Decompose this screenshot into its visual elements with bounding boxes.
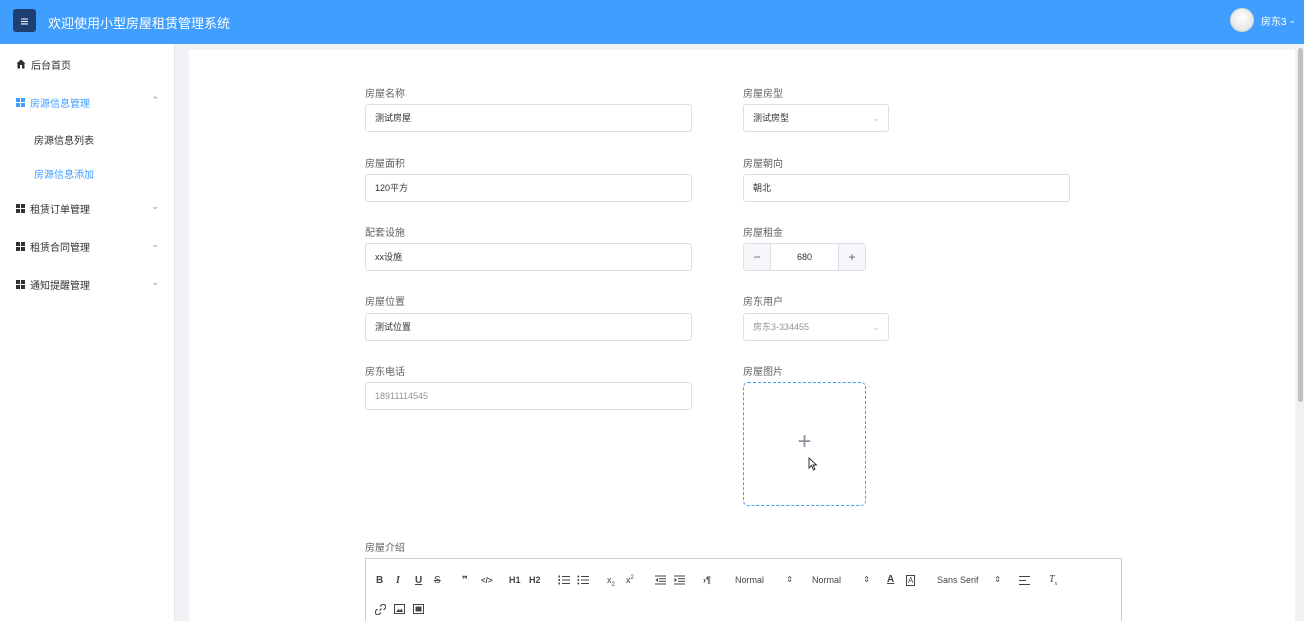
grid-icon xyxy=(16,241,25,251)
outdent-icon[interactable] xyxy=(655,575,666,585)
image-label: 房屋图片 xyxy=(743,367,783,378)
chevron-down-icon: ⌄ xyxy=(872,113,880,123)
chevron-down-icon: ⌄ xyxy=(151,201,159,211)
image-upload[interactable]: + xyxy=(743,382,866,506)
chevron-down-icon[interactable]: ⌄ xyxy=(1288,15,1296,26)
mouse-cursor-icon xyxy=(808,457,818,471)
user-name[interactable]: 房东3 xyxy=(1261,13,1287,28)
strike-button[interactable]: S xyxy=(434,575,441,586)
sidebar-item-label: 通知提醒管理 xyxy=(30,280,90,292)
grid-icon xyxy=(16,203,25,213)
font-select-value: Sans Serif xyxy=(937,575,979,585)
blockquote-button[interactable]: ❞ xyxy=(462,575,468,586)
indent-icon[interactable] xyxy=(674,575,685,585)
superscript-icon[interactable]: x2 xyxy=(626,575,634,585)
sidebar-item-home[interactable]: 后台首页 xyxy=(0,45,175,83)
house-area-input[interactable]: 120平方 xyxy=(365,174,692,202)
header-select[interactable]: Normal ⇕ xyxy=(735,575,793,585)
pilcrow-icon: ¶ xyxy=(706,575,712,585)
updown-icon: ⇕ xyxy=(863,575,870,584)
clear-format-icon[interactable]: Tx xyxy=(1049,574,1057,587)
facilities-label: 配套设施 xyxy=(365,228,405,239)
landlord-value: 房东3-334455 xyxy=(753,322,810,332)
italic-button[interactable]: I xyxy=(396,575,400,586)
sidebar-item-label: 租赁合同管理 xyxy=(30,242,90,254)
avatar[interactable] xyxy=(1229,8,1254,32)
chevron-down-icon: ⌄ xyxy=(872,322,880,332)
h2-button[interactable]: H2 xyxy=(529,575,541,585)
house-orientation-label: 房屋朝向 xyxy=(743,159,783,170)
code-button[interactable]: </> xyxy=(481,576,493,585)
house-area-label: 房屋面积 xyxy=(365,159,405,170)
location-label: 房屋位置 xyxy=(365,297,405,308)
facilities-input[interactable]: xx设施 xyxy=(365,243,692,271)
decrement-button[interactable]: − xyxy=(744,244,771,270)
intro-label: 房屋介绍 xyxy=(365,543,405,554)
image-icon[interactable] xyxy=(394,604,405,614)
chevron-down-icon: ⌄ xyxy=(151,277,159,287)
home-icon xyxy=(16,59,26,69)
font-color-icon[interactable]: A xyxy=(887,574,894,585)
video-icon[interactable] xyxy=(413,604,424,614)
top-header: ≡ 欢迎使用小型房屋租赁管理系统 房东3 ⌄ xyxy=(0,0,1304,44)
plus-icon: + xyxy=(797,428,812,455)
underline-button[interactable]: U xyxy=(415,575,422,586)
app-title: 欢迎使用小型房屋租赁管理系统 xyxy=(48,16,231,31)
user-dropdown[interactable]: 房东3 ⌄ xyxy=(1229,8,1296,32)
house-name-input[interactable]: 测试房屋 xyxy=(365,104,692,132)
grid-icon xyxy=(16,279,25,289)
landlord-label: 房东用户 xyxy=(743,297,783,308)
increment-button[interactable]: + xyxy=(838,244,865,270)
updown-icon: ⇕ xyxy=(786,575,793,584)
sidebar-item-label: 后台首页 xyxy=(31,60,71,72)
sidebar-item-notice-mgmt[interactable]: 通知提醒管理 ⌄ xyxy=(0,265,175,303)
size-select-value: Normal xyxy=(812,575,842,585)
size-select[interactable]: Normal ⇕ xyxy=(812,575,870,585)
location-input[interactable]: 测试位置 xyxy=(365,313,692,341)
phone-input[interactable]: 18911114545 xyxy=(365,382,692,410)
sidebar-item-label: 房源信息管理 xyxy=(30,98,90,110)
sidebar-item-listing-add[interactable]: 房源信息添加 xyxy=(34,166,94,181)
updown-icon: ⇕ xyxy=(994,575,1001,584)
sidebar-item-label: 租赁订单管理 xyxy=(30,204,90,216)
house-type-select[interactable]: 测试房型 ⌄ xyxy=(743,104,889,132)
bold-button[interactable]: B xyxy=(376,575,383,586)
chevron-up-icon: ⌃ xyxy=(151,95,159,105)
header-select-value: Normal xyxy=(735,575,765,585)
rent-label: 房屋租金 xyxy=(743,228,783,239)
sidebar-item-order-mgmt[interactable]: 租赁订单管理 ⌄ xyxy=(0,189,175,227)
house-orientation-input[interactable]: 朝北 xyxy=(743,174,1070,202)
text-direction-button[interactable]: ›¶ xyxy=(703,575,711,585)
chevron-down-icon: ⌄ xyxy=(151,239,159,249)
link-icon[interactable] xyxy=(375,604,386,615)
sidebar: 后台首页 房源信息管理 ⌃ 房源信息列表 房源信息添加 租赁订单管理 ⌄ 租赁合… xyxy=(0,44,175,621)
landlord-select[interactable]: 房东3-334455 ⌄ xyxy=(743,313,889,341)
font-select[interactable]: Sans Serif ⇕ xyxy=(937,575,1001,585)
rich-text-editor[interactable] xyxy=(365,558,1122,621)
rent-value[interactable]: 680 xyxy=(772,244,837,270)
sidebar-item-contract-mgmt[interactable]: 租赁合同管理 ⌄ xyxy=(0,227,175,265)
form-card xyxy=(189,50,1295,621)
grid-icon xyxy=(16,97,25,107)
phone-label: 房东电话 xyxy=(365,367,405,378)
background-color-icon[interactable]: A xyxy=(906,575,916,586)
align-left-icon[interactable] xyxy=(1019,576,1030,585)
ordered-list-icon[interactable] xyxy=(558,575,570,585)
h1-button[interactable]: H1 xyxy=(509,575,521,585)
house-type-value: 测试房型 xyxy=(753,113,790,123)
menu-icon[interactable]: ≡ xyxy=(13,9,36,32)
sidebar-item-listing-list[interactable]: 房源信息列表 xyxy=(34,132,94,147)
subscript-icon[interactable]: x2 xyxy=(607,575,615,588)
bullet-list-icon[interactable] xyxy=(577,575,589,585)
rent-stepper[interactable]: − 680 + xyxy=(743,243,866,271)
house-name-label: 房屋名称 xyxy=(365,89,405,100)
house-type-label: 房屋房型 xyxy=(743,89,783,100)
scrollbar-thumb[interactable] xyxy=(1298,48,1303,402)
sidebar-item-listing-mgmt[interactable]: 房源信息管理 ⌃ xyxy=(0,83,175,121)
